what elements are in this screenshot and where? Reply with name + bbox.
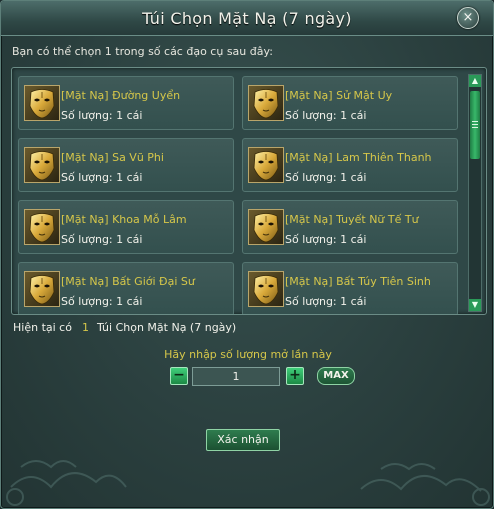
item-option[interactable]: [Mặt Nạ] Bất Giới Đại Sư Số lượng: 1 cái <box>18 262 234 314</box>
golden-mask-icon <box>24 147 60 183</box>
title-bar[interactable]: Túi Chọn Mặt Nạ (7 ngày) × <box>1 1 493 36</box>
item-option[interactable]: [Mặt Nạ] Tuyết Nữ Tế Tư Số lượng: 1 cái <box>242 200 458 254</box>
item-option[interactable]: [Mặt Nạ] Sa Vũ Phi Số lượng: 1 cái <box>18 138 234 192</box>
item-option[interactable]: [Mặt Nạ] Lam Thiên Thanh Số lượng: 1 cái <box>242 138 458 192</box>
status-count: 1 <box>82 321 89 334</box>
item-quantity: Số lượng: 1 cái <box>285 295 367 308</box>
item-option[interactable]: [Mặt Nạ] Đường Uyển Số lượng: 1 cái <box>18 76 234 130</box>
dialog-title: Túi Chọn Mặt Nạ (7 ngày) <box>142 9 352 28</box>
status-item: Túi Chọn Mặt Nạ (7 ngày) <box>97 321 237 334</box>
item-option[interactable]: [Mặt Nạ] Khoa Mỗ Lâm Số lượng: 1 cái <box>18 200 234 254</box>
status-prefix: Hiện tại có <box>13 321 72 334</box>
item-quantity: Số lượng: 1 cái <box>285 109 367 122</box>
increase-button[interactable]: + <box>286 367 304 385</box>
scroll-up-icon[interactable]: ▲ <box>469 75 481 87</box>
grip-line <box>472 121 478 122</box>
grip-line <box>472 124 478 125</box>
item-name: [Mặt Nạ] Bất Túy Tiên Sinh <box>285 275 431 288</box>
scroll-down-icon[interactable]: ▼ <box>469 299 481 311</box>
item-quantity: Số lượng: 1 cái <box>61 109 143 122</box>
item-quantity: Số lượng: 1 cái <box>61 171 143 184</box>
cloud-ornament-icon <box>6 460 490 506</box>
item-list: [Mặt Nạ] Đường Uyển Số lượng: 1 cái [Mặt… <box>11 67 487 315</box>
golden-mask-icon <box>24 271 60 307</box>
golden-mask-icon <box>248 147 284 183</box>
golden-mask-icon <box>24 209 60 245</box>
item-name: [Mặt Nạ] Bất Giới Đại Sư <box>61 275 195 288</box>
golden-mask-icon <box>24 85 60 121</box>
item-option[interactable]: [Mặt Nạ] Sử Mật Uy Số lượng: 1 cái <box>242 76 458 130</box>
item-name: [Mặt Nạ] Sa Vũ Phi <box>61 151 164 164</box>
quantity-input[interactable]: 1 <box>192 367 280 386</box>
item-quantity: Số lượng: 1 cái <box>61 233 143 246</box>
close-button[interactable]: × <box>457 7 479 29</box>
mask-bag-dialog: Túi Chọn Mặt Nạ (7 ngày) × Bạn có thể ch… <box>0 0 494 509</box>
item-quantity: Số lượng: 1 cái <box>285 233 367 246</box>
list-scrollbar[interactable]: ▲ ▼ <box>468 74 482 312</box>
item-option[interactable]: [Mặt Nạ] Bất Túy Tiên Sinh Số lượng: 1 c… <box>242 262 458 314</box>
grip-line <box>472 127 478 128</box>
item-name: [Mặt Nạ] Đường Uyển <box>61 89 181 102</box>
golden-mask-icon <box>248 271 284 307</box>
item-quantity: Số lượng: 1 cái <box>61 295 143 308</box>
golden-mask-icon <box>248 85 284 121</box>
item-name: [Mặt Nạ] Khoa Mỗ Lâm <box>61 213 187 226</box>
selection-prompt: Bạn có thể chọn 1 trong số các đạo cụ sa… <box>12 45 273 58</box>
golden-mask-icon <box>248 209 284 245</box>
quantity-prompt: Hãy nhập số lượng mở lần này <box>164 348 332 361</box>
item-name: [Mặt Nạ] Lam Thiên Thanh <box>285 151 432 164</box>
decrease-button[interactable]: − <box>170 367 188 385</box>
item-quantity: Số lượng: 1 cái <box>285 171 367 184</box>
item-name: [Mặt Nạ] Sử Mật Uy <box>285 89 393 102</box>
item-name: [Mặt Nạ] Tuyết Nữ Tế Tư <box>285 213 419 226</box>
max-button[interactable]: MAX <box>317 367 355 385</box>
scroll-thumb[interactable] <box>470 91 480 159</box>
